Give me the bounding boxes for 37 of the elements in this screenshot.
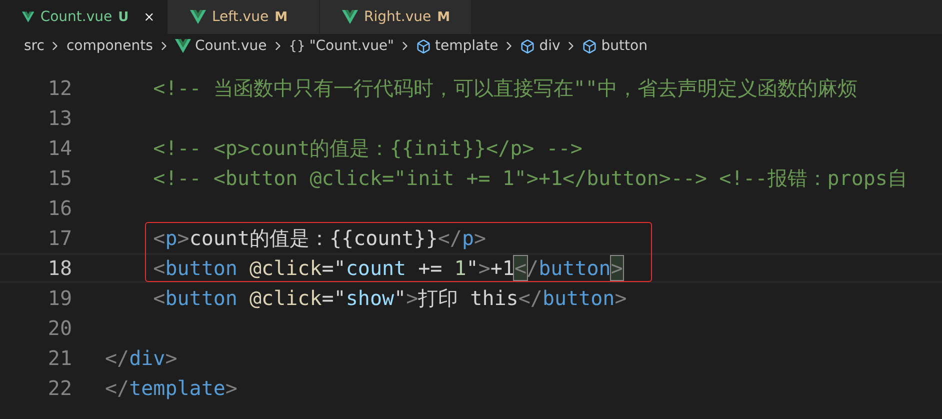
code-line: <button @click="count += 1">+1</button>	[152, 256, 623, 280]
breadcrumb-item[interactable]: template	[435, 38, 498, 54]
code-line: <button @click="show">打印 this</button>	[152, 284, 627, 312]
line-number: 19	[46, 286, 72, 310]
line-number: 17	[46, 226, 72, 250]
cube-icon	[416, 38, 431, 54]
breadcrumb-item[interactable]: Count.vue	[194, 38, 267, 54]
code-line: <p>count的值是：{{count}}</p>	[152, 224, 486, 252]
code-line: </template>	[105, 376, 238, 400]
code-line: <!-- 当函数中只有一行代码时，可以直接写在""中，省去声明定义函数的麻烦	[152, 74, 858, 102]
braces-icon: {}	[288, 38, 306, 54]
breadcrumb-item[interactable]: src	[24, 38, 44, 54]
code-line: </div>	[105, 346, 178, 370]
breadcrumb-item[interactable]: button	[601, 38, 648, 54]
vue-logo-icon	[174, 39, 191, 53]
breadcrumb-item[interactable]: "Count.vue"	[309, 38, 394, 54]
breadcrumb-item[interactable]: div	[539, 38, 560, 54]
line-number: 15	[46, 166, 72, 190]
line-number: 18	[46, 256, 72, 280]
vue-logo-icon	[190, 10, 206, 24]
line-number: 21	[46, 346, 72, 370]
line-number: 13	[46, 106, 72, 130]
line-number: 20	[46, 316, 72, 340]
vue-logo-icon	[22, 10, 34, 24]
code-line: <!-- <button @click="init += 1">+1</button>--> <!--报错：props自	[152, 164, 908, 192]
cube-icon	[582, 38, 598, 54]
editor-tab[interactable]: Right.vue M	[320, 0, 472, 34]
vue-logo-icon	[342, 10, 358, 24]
breadcrumb-item[interactable]: components	[66, 38, 153, 54]
code-line: <!-- <p>count的值是：{{init}}</p> -->	[152, 134, 582, 162]
line-number: 12	[46, 76, 72, 100]
editor-tab[interactable]: Left.vue M	[168, 0, 320, 34]
cube-icon	[520, 38, 536, 54]
line-number: 22	[46, 376, 72, 400]
editor-tab[interactable]: Count.vue U	[0, 0, 168, 34]
line-number: 14	[46, 136, 72, 160]
line-number: 16	[46, 196, 72, 220]
